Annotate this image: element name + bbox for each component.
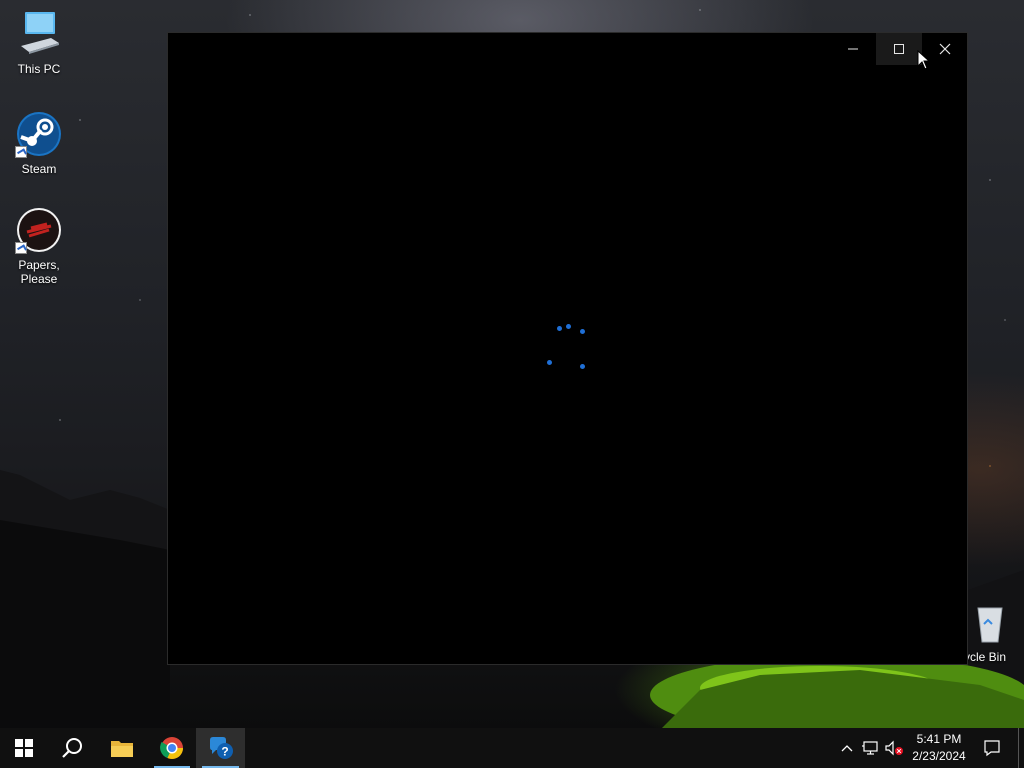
maximize-icon <box>894 44 904 54</box>
search-button[interactable] <box>48 728 96 768</box>
chrome-icon <box>160 737 183 759</box>
spinner-dot <box>580 329 585 334</box>
show-desktop-button[interactable] <box>1018 728 1024 768</box>
desktop-icon-papers-please[interactable]: Papers, Please <box>0 206 78 286</box>
clock-date: 2/23/2024 <box>912 749 966 763</box>
taskbar-get-help[interactable]: ? <box>196 728 245 768</box>
this-pc-icon <box>15 10 63 58</box>
desktop-icon-steam[interactable]: Steam <box>0 110 78 176</box>
desktop-icon-label: Papers, Please <box>18 258 60 286</box>
action-center-icon <box>984 740 1000 757</box>
svg-text:?: ? <box>221 745 228 759</box>
clock-time: 5:41 PM <box>916 732 962 746</box>
maximize-button[interactable] <box>876 33 922 65</box>
desktop-icon-label: This PC <box>17 62 61 76</box>
app-window[interactable] <box>167 32 968 665</box>
desktop-icon-label: Steam <box>21 162 57 176</box>
file-explorer-icon <box>111 741 133 757</box>
spinner-dot <box>557 326 562 331</box>
start-button[interactable] <box>0 728 48 768</box>
spinner-dot <box>580 364 585 369</box>
get-help-icon: ? <box>209 737 233 759</box>
windows-start-icon <box>15 739 33 757</box>
steam-icon <box>15 110 63 158</box>
action-center-button[interactable] <box>976 728 1008 768</box>
mouse-cursor-icon <box>917 50 931 70</box>
recycle-bin-icon <box>970 602 1010 646</box>
minimize-icon <box>848 48 858 50</box>
spinner-dot <box>566 324 571 329</box>
taskbar-chrome[interactable] <box>148 728 196 768</box>
spinner-dot <box>547 360 552 365</box>
network-button[interactable] <box>858 728 882 768</box>
close-icon <box>939 43 951 55</box>
taskbar-file-explorer[interactable] <box>98 728 146 768</box>
show-hidden-icons-button[interactable] <box>836 728 858 768</box>
shortcut-arrow-icon <box>15 146 27 158</box>
taskbar: ? 5:41 PM 2/23/2024 <box>0 728 1024 768</box>
volume-muted-icon <box>885 740 903 756</box>
papers-please-icon <box>15 206 63 254</box>
system-clock[interactable]: 5:41 PM 2/23/2024 <box>906 728 972 768</box>
show-hidden-icons-chevron <box>841 745 853 752</box>
desktop-icon-this-pc[interactable]: This PC <box>0 10 78 76</box>
shortcut-arrow-icon <box>15 242 27 254</box>
network-icon <box>862 741 878 755</box>
search-icon <box>62 738 82 758</box>
minimize-button[interactable] <box>830 33 876 65</box>
volume-button[interactable] <box>882 728 906 768</box>
